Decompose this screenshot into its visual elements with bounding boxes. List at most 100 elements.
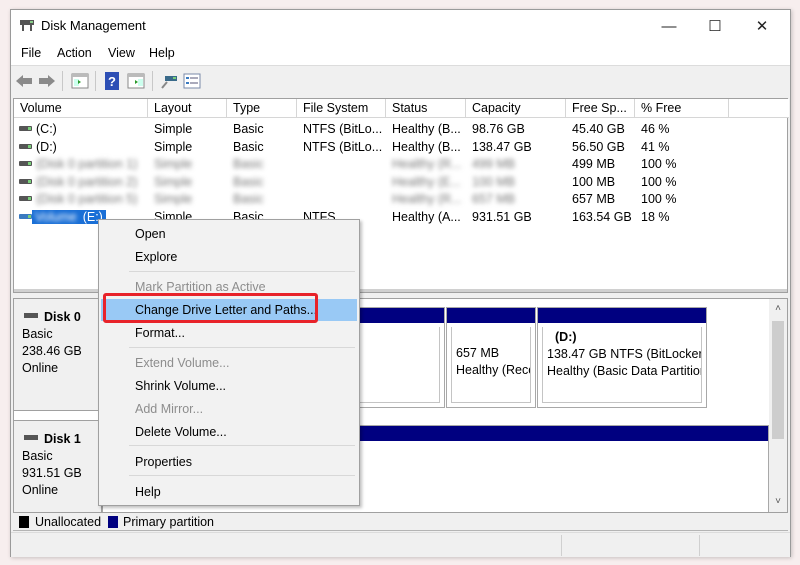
disk-0-label[interactable]: Disk 0 Basic 238.46 GB Online [14,299,102,411]
cell-capacity: 100 MB [472,174,516,189]
cell-type: Basic [233,122,264,136]
menu-item-delete-volume[interactable]: Delete Volume... [101,421,357,443]
title-bar: Disk Management — ☐ ✕ [11,10,790,42]
disk-0-partition-d[interactable]: (D:) 138.47 GB NTFS (BitLocker E Healthy… [537,307,707,408]
help-icon: ? [105,72,119,90]
forward-button[interactable] [38,72,56,90]
cell-volume: Volume (E:) [32,208,106,226]
menu-item-format[interactable]: Format... [101,322,357,344]
cell-type: Basic [233,174,264,189]
help-button[interactable]: ? [103,72,121,90]
volume-row[interactable]: (C:) Simple Basic NTFS (BitLo... Healthy (B.… [14,120,787,138]
menu-action[interactable]: Action [57,46,92,60]
cell-type: Basic [233,192,264,207]
properties-button[interactable] [183,72,201,90]
cell-pct: 46 % [641,122,670,136]
volume-row[interactable]: (Disk 0 partition 1) Simple Basic Healthy (… [14,155,787,173]
connect-virtual-disk-button[interactable] [160,72,178,90]
column-header-volume[interactable]: Volume [14,99,148,118]
column-header-layout[interactable]: Layout [148,99,227,118]
column-header-percent-free[interactable]: % Free [635,99,729,118]
minimize-button[interactable]: — [646,10,692,42]
toolbar-separator [95,71,96,91]
cell-type: Basic [233,157,264,172]
column-header-file-system[interactable]: File System [297,99,386,118]
cell-capacity: 138.47 GB [472,139,532,154]
window-title: Disk Management [41,18,146,33]
menu-item-help[interactable]: Help [101,481,357,503]
show-hide-console-tree-button[interactable] [71,72,89,90]
legend: Unallocated Primary partition [13,513,788,531]
disk-0-partition-recovery[interactable]: 657 MB Healthy (Recc [446,307,536,408]
disk-0-size: 238.46 GB [22,344,82,358]
cell-layout: Simple [154,192,193,207]
properties-icon [183,73,201,89]
disk-1-label[interactable]: Disk 1 Basic 931.51 GB Online [14,420,102,512]
menu-separator [129,271,355,272]
action-pane-icon [127,73,145,89]
cell-free: 100 MB [572,174,616,189]
menu-file[interactable]: File [21,46,41,60]
partition-recovery-line2: Healthy (Recc [456,363,531,377]
legend-swatch-unallocated [19,516,29,528]
show-hide-action-pane-button[interactable] [127,72,145,90]
cell-fs: NTFS (BitLo... [303,122,383,136]
connect-disk-icon [161,76,177,89]
menu-item-properties[interactable]: Properties [101,451,357,473]
column-header-capacity[interactable]: Capacity [466,99,566,118]
volume-icon [19,161,32,167]
volume-row[interactable]: (D:) Simple Basic NTFS (BitLo... Healthy (B.… [14,138,787,156]
forward-icon [39,75,55,87]
back-icon [16,75,32,87]
menu-help[interactable]: Help [149,46,175,60]
cell-layout: Simple [154,139,193,154]
column-header-status[interactable]: Status [386,99,466,118]
status-separator [561,535,562,556]
cell-fs: NTFS (BitLo... [303,139,383,154]
cell-capacity: 657 MB [472,192,516,207]
partition-header [538,308,706,323]
cell-layout: Simple [154,157,193,172]
scroll-up-icon[interactable]: ˄ [769,301,787,317]
volume-icon [19,143,32,149]
column-header-free-space[interactable]: Free Sp... [566,99,635,118]
partition-header [447,308,535,323]
vertical-scrollbar[interactable]: ˄ ˅ [769,299,787,512]
volume-icon [19,126,32,131]
menu-item-change-drive-letter[interactable]: Change Drive Letter and Paths... [101,299,357,321]
volume-row[interactable]: (Disk 0 partition 2) Simple Basic Healthy (… [14,173,787,191]
menu-bar: File Action View Help [11,42,790,66]
disk-0-type: Basic [22,327,53,341]
menu-item-open[interactable]: Open [101,223,357,245]
column-header-type[interactable]: Type [227,99,297,118]
maximize-button[interactable]: ☐ [692,10,738,42]
menu-item-explore[interactable]: Explore [101,246,357,268]
menu-separator [129,347,355,348]
cell-volume: (C:) [36,122,57,136]
disk-1-status: Online [22,483,59,497]
volume-icon [19,178,32,184]
scrollbar-thumb[interactable] [772,321,784,439]
menu-item-shrink-volume[interactable]: Shrink Volume... [101,375,357,397]
cell-status: Healthy (R... [392,192,462,207]
cell-volume: (Disk 0 partition 1) [36,157,138,172]
toolbar: ? [11,67,790,95]
disk-1-name: Disk 1 [44,432,81,446]
toolbar-separator [152,71,153,91]
menu-view[interactable]: View [108,46,135,60]
back-button[interactable] [15,72,33,90]
cell-volume: (Disk 0 partition 2) [36,174,138,189]
selected-volume-label[interactable]: Volume (E:) [32,210,106,224]
volume-row[interactable]: (Disk 0 partition 5) Simple Basic Healthy (… [14,190,787,208]
cell-free: 45.40 GB [572,122,625,136]
cell-volume: (D:) [36,139,57,154]
cell-layout: Simple [154,174,193,189]
scroll-down-icon[interactable]: ˅ [769,494,787,510]
disk-0-name: Disk 0 [44,310,81,324]
legend-swatch-primary [108,516,118,528]
close-button[interactable]: ✕ [739,10,785,42]
toolbar-separator [62,71,63,91]
partition-recovery-line1: 657 MB [456,346,500,360]
cell-pct: 100 % [641,174,677,189]
cell-free: 163.54 GB [572,210,632,224]
